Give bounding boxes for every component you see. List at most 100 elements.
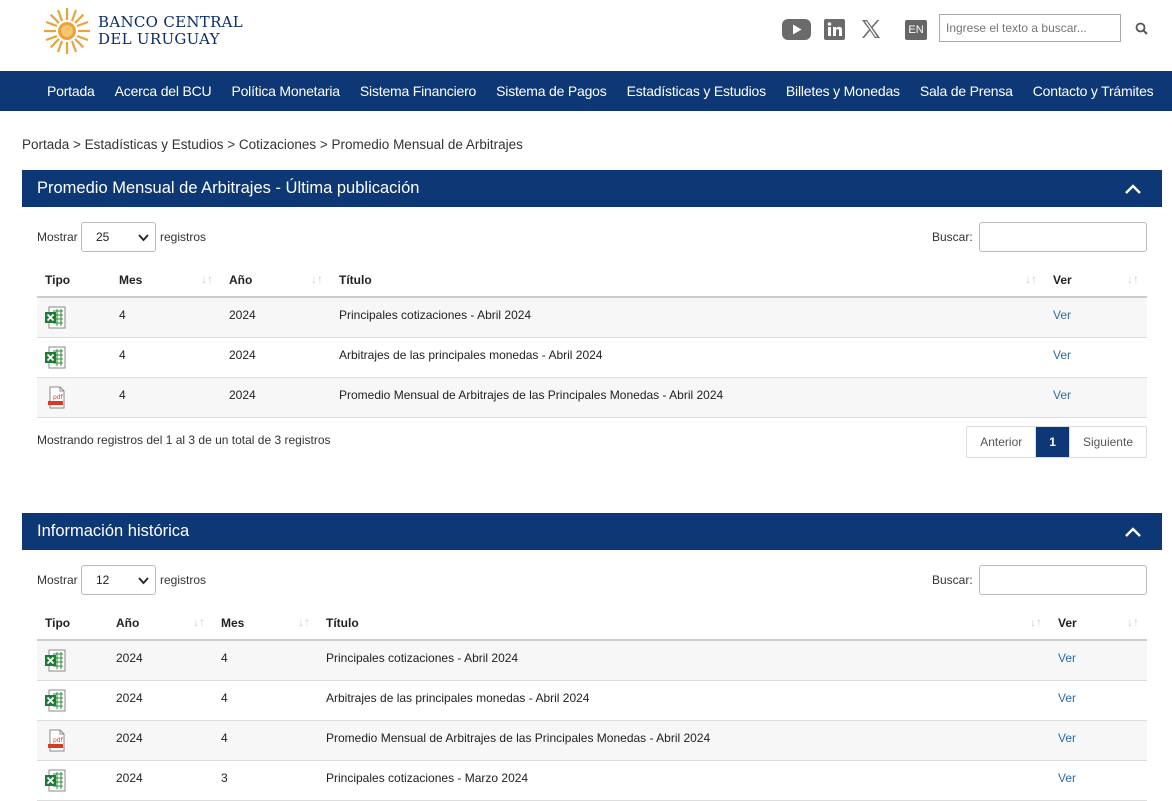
linkedin-icon[interactable] [823,17,845,41]
pdf-file-icon[interactable]: pdf [45,729,67,753]
cell-tipo [37,297,111,338]
sort-icon: ↓↑ [193,615,205,629]
svg-text:pdf: pdf [53,737,64,744]
cell-mes: 4 [111,337,221,378]
search-icon[interactable] [1131,18,1151,38]
nav-item-portada[interactable]: Portada [37,83,105,99]
excel-file-icon[interactable] [45,306,67,330]
col-mes[interactable]: Mes ↓↑ [213,606,318,641]
sort-icon: ↓↑ [1025,272,1037,286]
table-filter-input[interactable] [979,222,1147,252]
breadcrumb[interactable]: Portada > Estadísticas y Estudios > Coti… [22,137,523,152]
site-search-input[interactable] [939,14,1121,42]
cell-ver: Ver [1050,640,1147,681]
ver-link[interactable]: Ver [1058,651,1076,665]
cell-anio: 2024 [108,640,213,681]
language-toggle-en[interactable]: EN [905,20,927,40]
panel-title: Información histórica [37,522,190,540]
show-label: Mostrar [37,573,78,587]
excel-file-icon[interactable] [45,649,67,673]
cell-anio: 2024 [221,377,331,418]
cell-anio: 2024 [221,297,331,338]
nav-item-sistema-financiero[interactable]: Sistema Financiero [350,83,486,99]
page-1-button[interactable]: 1 [1036,426,1070,457]
data-table: Tipo Mes ↓↑ Año ↓↑ Título ↓↑ Ver ↓↑ 4 2024 P… [37,263,1147,418]
cell-tipo: pdf [37,377,111,418]
excel-file-icon[interactable] [45,769,67,793]
prev-page-button[interactable]: Anterior [967,426,1037,457]
col-tipo: Tipo [37,263,111,298]
filter-label: Buscar: [932,230,973,244]
panel-header[interactable]: Información histórica [22,513,1162,550]
youtube-icon[interactable] [781,17,811,41]
page-length-select[interactable]: 25 [81,222,156,252]
cell-tipo [37,337,111,378]
excel-file-icon[interactable] [45,689,67,713]
col-anio[interactable]: Año ↓↑ [108,606,213,641]
col-titulo[interactable]: Título ↓↑ [331,263,1045,298]
nav-item-acerca-del-bcu[interactable]: Acerca del BCU [105,83,222,99]
next-page-button[interactable]: Siguiente [1070,427,1146,457]
ver-link[interactable]: Ver [1058,691,1076,705]
nav-item-estadisticas-y-estudios[interactable]: Estadísticas y Estudios [617,83,776,99]
col-mes[interactable]: Mes ↓↑ [111,263,221,298]
col-anio[interactable]: Año ↓↑ [221,263,331,298]
sort-icon: ↓↑ [1030,615,1042,629]
ver-link[interactable]: Ver [1053,388,1071,402]
ver-link[interactable]: Ver [1053,308,1071,322]
table-filter-input[interactable] [979,565,1147,595]
bcu-logo[interactable]: BANCO CENTRAL DEL URUGUAY [42,6,243,56]
sort-icon: ↓↑ [1127,615,1139,629]
cell-mes: 4 [111,297,221,338]
excel-file-icon[interactable] [45,346,67,370]
table-row: 4 2024 Principales cotizaciones - Abril … [37,297,1147,338]
sun-logo-icon [44,8,90,54]
nav-item-contacto-y-tramites[interactable]: Contacto y Trámites [1023,83,1164,99]
nav-item-politica-monetaria[interactable]: Política Monetaria [221,83,349,99]
panel-ultima-publicacion: Promedio Mensual de Arbitrajes - Última … [22,170,1162,478]
col-ver[interactable]: Ver ↓↑ [1045,263,1147,298]
cell-mes: 4 [111,377,221,418]
panel-title: Promedio Mensual de Arbitrajes - Última … [37,179,420,197]
ver-link[interactable]: Ver [1058,731,1076,745]
cell-titulo: Arbitrajes de las principales monedas - … [318,680,1050,721]
table-row: pdf 4 2024 Promedio Mensual de Arbitraje… [37,377,1147,418]
logo-line1: BANCO CENTRAL [98,13,244,31]
cell-mes: 4 [213,720,318,761]
table-row: 4 2024 Arbitrajes de las principales mon… [37,337,1147,378]
cell-anio: 2024 [108,760,213,801]
cell-anio: 2024 [108,680,213,721]
cell-mes: 4 [213,680,318,721]
table-info: Mostrando registros del 1 al 3 de un tot… [37,432,331,447]
ver-link[interactable]: Ver [1053,348,1071,362]
cell-tipo [37,640,108,681]
chevron-up-icon[interactable] [1124,523,1142,541]
cell-ver: Ver [1045,297,1147,338]
nav-item-sala-de-prensa[interactable]: Sala de Prensa [910,83,1023,99]
nav-item-billetes-y-monedas[interactable]: Billetes y Monedas [776,83,910,99]
logo-line2: DEL URUGUAY [98,30,220,48]
col-titulo[interactable]: Título ↓↑ [318,606,1050,641]
table-row: 2024 4 Arbitrajes de las principales mon… [37,680,1147,721]
cell-ver: Ver [1045,377,1147,418]
ver-link[interactable]: Ver [1058,771,1076,785]
chevron-up-icon[interactable] [1124,180,1142,198]
table-row: 2024 4 Principales cotizaciones - Abril … [37,640,1147,681]
page-length-select[interactable]: 12 [81,565,156,595]
chevron-down-icon [138,234,149,242]
data-table: Tipo Año ↓↑ Mes ↓↑ Título ↓↑ Ver ↓↑ 2024 4 P… [37,606,1147,801]
table-row: 2024 3 Principales cotizaciones - Marzo … [37,760,1147,801]
cell-mes: 3 [213,760,318,801]
panel-header[interactable]: Promedio Mensual de Arbitrajes - Última … [22,170,1162,207]
col-ver[interactable]: Ver ↓↑ [1050,606,1147,641]
cell-ver: Ver [1050,720,1147,761]
page-length-value: 25 [96,230,110,244]
nav-item-sistema-de-pagos[interactable]: Sistema de Pagos [486,83,616,99]
col-tipo: Tipo [37,606,108,641]
cell-ver: Ver [1045,337,1147,378]
cell-ver: Ver [1050,760,1147,801]
pdf-file-icon[interactable]: pdf [45,386,67,410]
cell-tipo [37,680,108,721]
records-label: registros [160,230,207,244]
x-icon[interactable] [860,17,882,41]
